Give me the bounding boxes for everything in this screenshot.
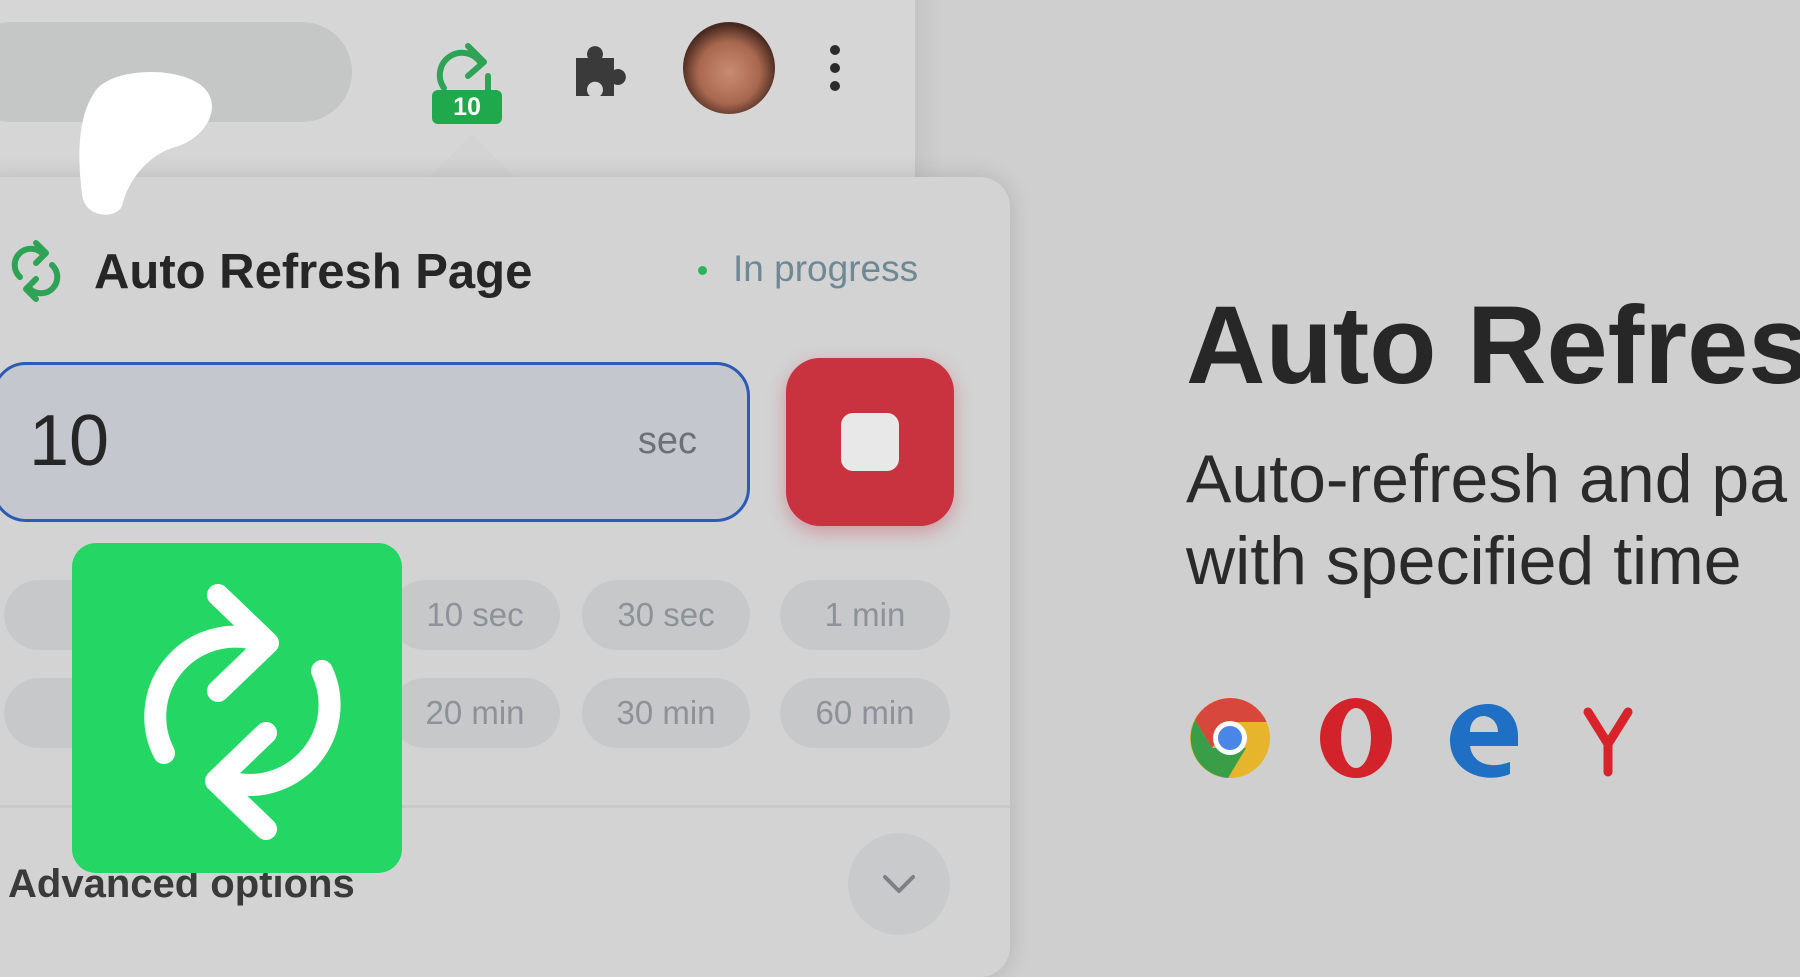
extension-badge[interactable]: 10 bbox=[432, 90, 502, 124]
preset-button[interactable]: 30 sec bbox=[582, 580, 750, 650]
chevron-down-icon bbox=[883, 875, 915, 893]
refresh-icon bbox=[144, 584, 341, 840]
profile-avatar[interactable] bbox=[683, 22, 775, 114]
status-dot bbox=[698, 266, 707, 275]
hero-subtitle-line: with specified time bbox=[1186, 523, 1742, 599]
chrome-icon bbox=[1190, 698, 1270, 778]
advanced-options-toggle[interactable] bbox=[848, 833, 950, 935]
edge-icon bbox=[1450, 704, 1518, 778]
yandex-icon bbox=[1583, 707, 1633, 777]
brand-blob-icon bbox=[79, 72, 212, 215]
toolbar-shadow bbox=[915, 0, 945, 178]
preset-button[interactable]: 1 min bbox=[780, 580, 950, 650]
kebab-menu-icon[interactable] bbox=[820, 45, 850, 95]
status-text: In progress bbox=[733, 248, 919, 289]
hero-title: Auto Refresh bbox=[1186, 284, 1800, 407]
interval-value[interactable]: 10 bbox=[29, 400, 109, 482]
refresh-logo-icon bbox=[11, 240, 61, 302]
stop-icon bbox=[841, 413, 899, 471]
preset-button[interactable]: 10 sec bbox=[390, 580, 560, 650]
stop-button[interactable] bbox=[786, 358, 954, 526]
app-logo bbox=[72, 543, 402, 873]
hero-subtitle-line: Auto-refresh and pa bbox=[1186, 441, 1788, 517]
popup-title: Auto Refresh Page bbox=[94, 245, 533, 299]
interval-unit: sec bbox=[637, 420, 697, 462]
preset-button[interactable]: 30 min bbox=[582, 678, 750, 748]
preset-button[interactable]: 60 min bbox=[780, 678, 950, 748]
puzzle-icon[interactable] bbox=[568, 40, 628, 100]
opera-icon bbox=[1320, 698, 1392, 778]
hero-subtitle: Auto-refresh and pa with specified time bbox=[1186, 438, 1787, 602]
interval-input[interactable]: 10 sec bbox=[0, 362, 750, 522]
preset-button[interactable]: 20 min bbox=[390, 678, 560, 748]
